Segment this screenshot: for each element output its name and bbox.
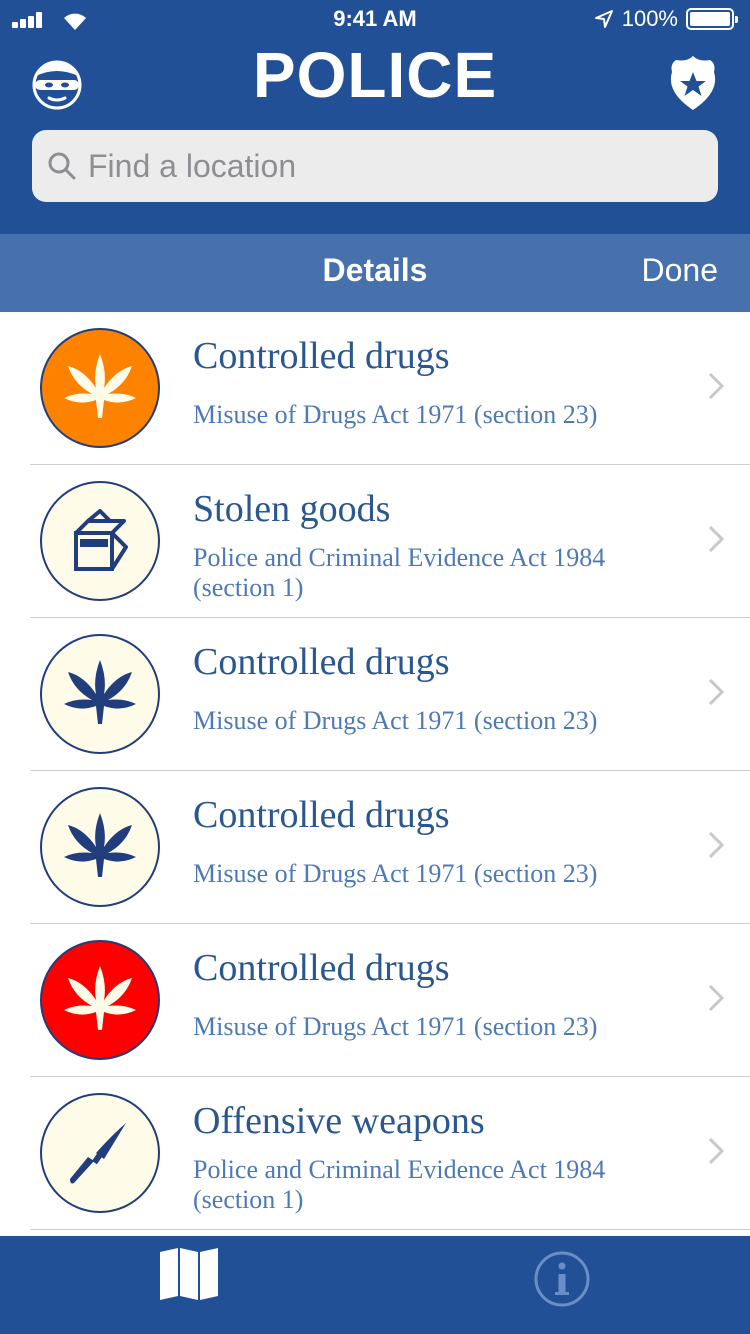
list-item[interactable]: Controlled drugs Misuse of Drugs Act 197…	[0, 618, 750, 771]
item-badge	[40, 787, 160, 907]
app-title: POLICE	[252, 39, 498, 111]
details-nav-bar: Details Done	[0, 234, 750, 312]
item-title: Controlled drugs	[193, 335, 450, 377]
item-badge	[40, 481, 160, 601]
app-header: 9:41 AM 100% POLICE	[0, 0, 750, 234]
item-title: Controlled drugs	[193, 641, 450, 683]
search-bar[interactable]	[32, 130, 718, 202]
info-icon[interactable]	[533, 1250, 591, 1308]
item-subtitle: Misuse of Drugs Act 1971 (section 23)	[193, 859, 598, 888]
cannabis-leaf-icon	[64, 354, 136, 418]
cannabis-leaf-icon	[64, 966, 136, 1030]
police-badge-icon[interactable]	[666, 52, 720, 114]
powers-list: Controlled drugs Misuse of Drugs Act 197…	[0, 312, 750, 1234]
map-icon[interactable]	[158, 1246, 220, 1302]
cannabis-leaf-icon	[64, 813, 136, 877]
item-title: Stolen goods	[193, 488, 391, 530]
item-title: Offensive weapons	[193, 1100, 485, 1142]
item-subtitle: Misuse of Drugs Act 1971 (section 23)	[193, 706, 598, 735]
done-button[interactable]: Done	[642, 252, 719, 289]
item-badge	[40, 940, 160, 1060]
chevron-right-icon	[708, 1137, 724, 1165]
item-subtitle: Misuse of Drugs Act 1971 (section 23)	[193, 1012, 598, 1041]
chevron-right-icon	[708, 678, 724, 706]
chevron-right-icon	[708, 831, 724, 859]
item-subtitle: Misuse of Drugs Act 1971 (section 23)	[193, 400, 598, 429]
details-title: Details	[322, 252, 428, 288]
chevron-right-icon	[708, 372, 724, 400]
list-item[interactable]: Stolen goods Police and Criminal Evidenc…	[0, 465, 750, 618]
open-box-icon	[74, 509, 128, 571]
list-item[interactable]: Controlled drugs Misuse of Drugs Act 197…	[0, 771, 750, 924]
battery-percent: 100%	[621, 6, 678, 31]
cannabis-leaf-icon	[64, 660, 136, 724]
search-icon	[48, 152, 76, 180]
item-badge	[40, 634, 160, 754]
item-title: Controlled drugs	[193, 947, 450, 989]
item-subtitle: Police and Criminal Evidence Act 1984 (s…	[193, 1155, 606, 1214]
tab-bar	[0, 1236, 750, 1334]
location-arrow-icon	[594, 10, 613, 28]
item-subtitle: Police and Criminal Evidence Act 1984 (s…	[193, 543, 606, 602]
chevron-right-icon	[708, 525, 724, 553]
item-badge	[40, 328, 160, 448]
knife-icon	[70, 1123, 126, 1184]
list-item[interactable]: Offensive weapons Police and Criminal Ev…	[0, 1077, 750, 1230]
list-item[interactable]: Controlled drugs Misuse of Drugs Act 197…	[0, 924, 750, 1077]
item-badge	[40, 1093, 160, 1213]
battery-icon	[686, 8, 738, 30]
list-item[interactable]: Controlled drugs Misuse of Drugs Act 197…	[0, 312, 750, 465]
item-title: Controlled drugs	[193, 794, 450, 836]
row-divider	[30, 1229, 750, 1230]
chevron-right-icon	[708, 984, 724, 1012]
status-bar: 9:41 AM 100%	[0, 0, 750, 40]
search-input[interactable]	[88, 130, 688, 202]
